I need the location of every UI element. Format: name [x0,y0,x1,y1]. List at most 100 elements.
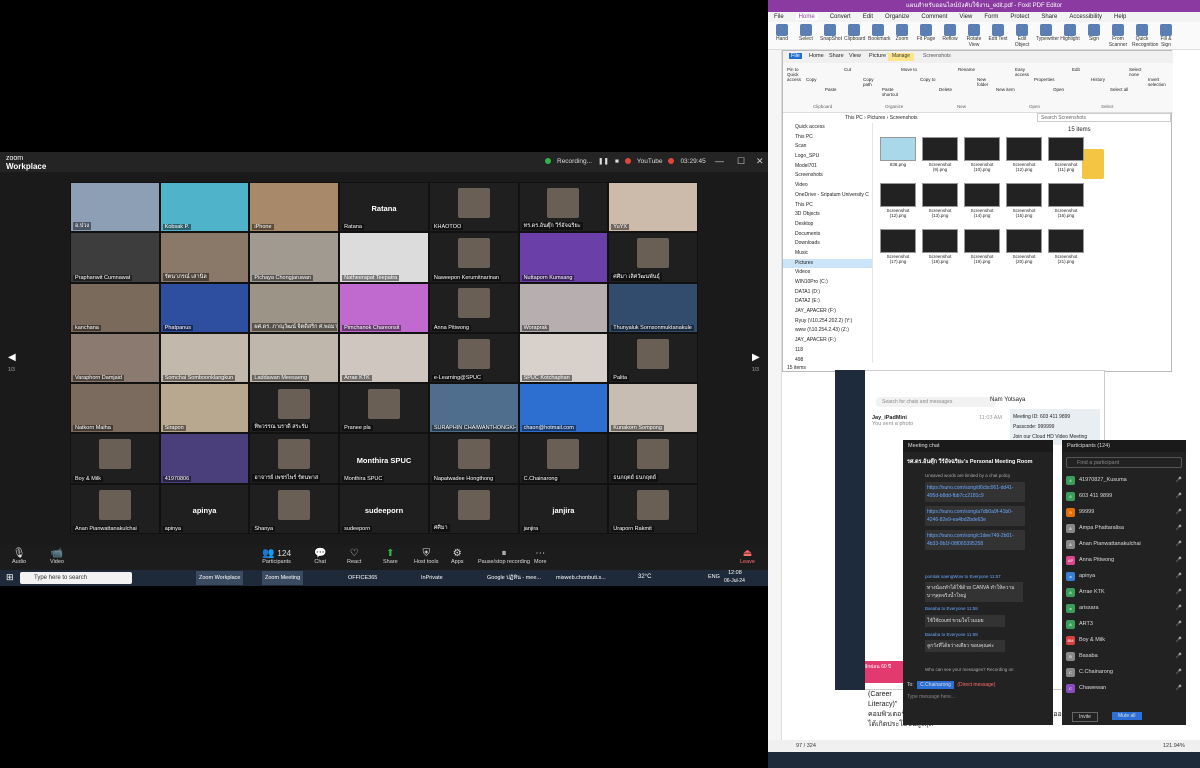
file-item[interactable]: Screenshot (20).png [1006,229,1042,264]
file-item[interactable]: 838.png [880,137,916,167]
nav-item[interactable]: Videos [783,268,872,278]
video-tile[interactable]: SPUC Kotchaphan [518,332,609,384]
video-tile[interactable]: Anan Pianwattanakulchai [70,483,160,534]
participant-row[interactable]: a arissara 🎤 [1066,602,1182,614]
nav-item[interactable]: Screenshots [783,171,872,181]
ribbon-command[interactable]: Copy to [920,77,940,82]
menu-item[interactable]: Help [1114,14,1126,20]
video-tile[interactable]: 41970806 [159,433,250,484]
video-tile[interactable]: Pichaya Chongjaruwan [249,232,340,283]
file-item[interactable]: Screenshot (12).png [1006,137,1042,172]
ribbon-command[interactable]: Pin to Quick access [787,67,807,82]
nav-item[interactable]: 3D Objects [783,210,872,220]
nav-item[interactable]: Video [783,181,872,191]
mic-muted-icon[interactable]: 🎤 [1176,493,1182,499]
nav-item[interactable]: OneDrive - Sripatum University C [783,191,872,201]
video-tile[interactable]: Praphanwit Cumnawat [70,232,160,283]
address-bar[interactable]: This PC › Pictures › Screenshots Search … [783,113,1173,123]
participant-row[interactable]: 9 99999 🎤 [1066,506,1182,518]
nav-item[interactable]: Logo_SPU [783,152,872,162]
video-tile[interactable]: ทิพวรรณ นราดี สระรัม [249,383,340,434]
video-tile[interactable]: อ.ป่วง [70,182,160,233]
video-tile[interactable]: Natkorn Malha [70,383,160,434]
participant-row[interactable]: A Anan Pianwattanakulchai 🎤 [1066,538,1182,550]
zoom-level[interactable]: 121.94% [1163,743,1185,749]
video-tile[interactable]: Nuttaporn Kumsang [518,232,609,283]
participants-button[interactable]: 👥 124 Participants [262,548,291,565]
nav-item[interactable]: Music [783,249,872,259]
ribbon-button[interactable]: Edit Text [988,24,1008,42]
video-tile[interactable]: Uraporn Rakmit [608,483,698,534]
chat-link[interactable]: https://suno.com/song/d6cbc061-dd41-495d… [925,482,1025,502]
ribbon-button[interactable]: Edit Object [1012,24,1032,48]
participant-row[interactable]: AP Anna Pitiwong 🎤 [1066,554,1182,566]
ribbon-button[interactable]: Highlight [1060,24,1080,42]
ribbon-button[interactable]: SnapShot [820,24,842,42]
ribbon-command[interactable]: Cut [844,67,864,72]
ribbon-command[interactable]: Easy access [1015,67,1035,77]
ribbon-command[interactable]: Properties [1034,77,1055,82]
participant-search[interactable]: Find a participant [1066,457,1182,468]
ribbon-command[interactable]: Invert selection [1148,77,1168,87]
file-item[interactable]: Screenshot (14).png [964,183,1000,218]
pause-icon[interactable]: ❚❚ [598,157,609,165]
chat-link[interactable]: https://suno.com/song/a7db0a9f-41b0-4246… [925,506,1025,526]
menu-item[interactable]: Accessibility [1069,14,1102,20]
leave-button[interactable]: ⏏ Leave [740,548,755,565]
recording-status[interactable]: Recording... ❚❚ ■ YouTube 03:29:45 [545,157,706,165]
mic-muted-icon[interactable]: 🎤 [1176,637,1182,643]
mic-muted-icon[interactable]: 🎤 [1176,621,1182,627]
menu-item[interactable]: Home [795,14,818,20]
nav-item[interactable]: Quick access [783,123,872,133]
video-tile[interactable]: SURAPHIN CHAIWANTHONGKHAM [428,383,519,434]
menu-item[interactable]: File [774,14,784,20]
ribbon-tab[interactable]: View [849,53,861,59]
video-tile[interactable]: C.Chainarong [518,433,609,484]
minimize-icon[interactable]: — [715,156,724,166]
file-item[interactable]: Screenshot (19).png [964,229,1000,264]
pause-recording-button[interactable]: ⏸ Pause/stop recording [478,548,530,565]
ribbon-tab[interactable]: Home [809,53,824,59]
taskbar-misweb[interactable]: misweb.chonbuti.s... [553,571,609,585]
taskbar-office365[interactable]: OFFICE365 [345,571,380,585]
nav-item[interactable]: 118 [783,346,872,356]
participant-row[interactable]: B Basaba 🎤 [1066,650,1182,662]
file-item[interactable]: Screenshot (17).png [880,229,916,264]
video-tile[interactable]: ธนกฤตย์ ธนกฤตย์ [608,433,698,484]
file-item[interactable]: Screenshot (11).png [1048,137,1084,172]
participant-row[interactable]: 6 603 411 9899 🎤 [1066,490,1182,502]
manage-tab[interactable]: Manage [888,53,914,61]
file-item[interactable]: Screenshot (12).png [880,183,916,218]
file-item[interactable]: Screenshot (9).png [922,137,958,172]
file-item[interactable]: Screenshot (16).png [1048,183,1084,218]
mic-muted-icon[interactable]: 🎤 [1176,525,1182,531]
prev-page-icon[interactable]: ◀ [8,352,16,363]
video-tile[interactable]: Naweepon Kerumitnarinan [428,232,519,283]
ribbon-command[interactable]: Rename [958,67,978,72]
participant-row[interactable]: a apinya 🎤 [1066,570,1182,582]
video-tile[interactable]: Arrae KTK [339,332,429,384]
recipient-select[interactable]: C.Chainarong [917,681,954,689]
ribbon-tab[interactable]: Share [829,53,844,59]
ribbon-command[interactable]: Paste [825,87,845,92]
taskbar-search[interactable]: Type here to search [20,572,132,584]
video-tile[interactable]: Boy & Milk [70,433,160,484]
ribbon-command[interactable]: History [1091,77,1111,82]
video-tile[interactable]: ศศิมา [428,483,519,534]
nav-item[interactable]: DATA2 (E:) [783,297,872,307]
chat-list-item[interactable]: Jay_iPadMini 11:03 AM You sent a photo [872,415,1002,427]
ribbon-button[interactable]: Reflow [940,24,960,42]
video-tile[interactable]: Natheerapat Teepatra [339,232,429,283]
nav-item[interactable]: Pictures [783,258,872,269]
nav-item[interactable]: JAY_APACER (F:) [783,336,872,346]
mic-muted-icon[interactable]: 🎤 [1176,573,1182,579]
video-tile[interactable]: Kobsak P. [159,182,250,233]
video-tile[interactable]: e-Learning@SPUC [428,332,519,384]
mic-muted-icon[interactable]: 🎤 [1176,477,1182,483]
apps-button[interactable]: ⚙ Apps [451,548,464,565]
taskbar-zoom-workplace[interactable]: Zoom Workplace [196,571,244,585]
file-item[interactable]: Screenshot (15).png [1006,183,1042,218]
nav-item[interactable]: www (\\10.254.2.43) (Z:) [783,326,872,336]
ribbon-button[interactable]: Sign [1084,24,1104,42]
video-tile[interactable]: Pranee pla [339,383,429,434]
